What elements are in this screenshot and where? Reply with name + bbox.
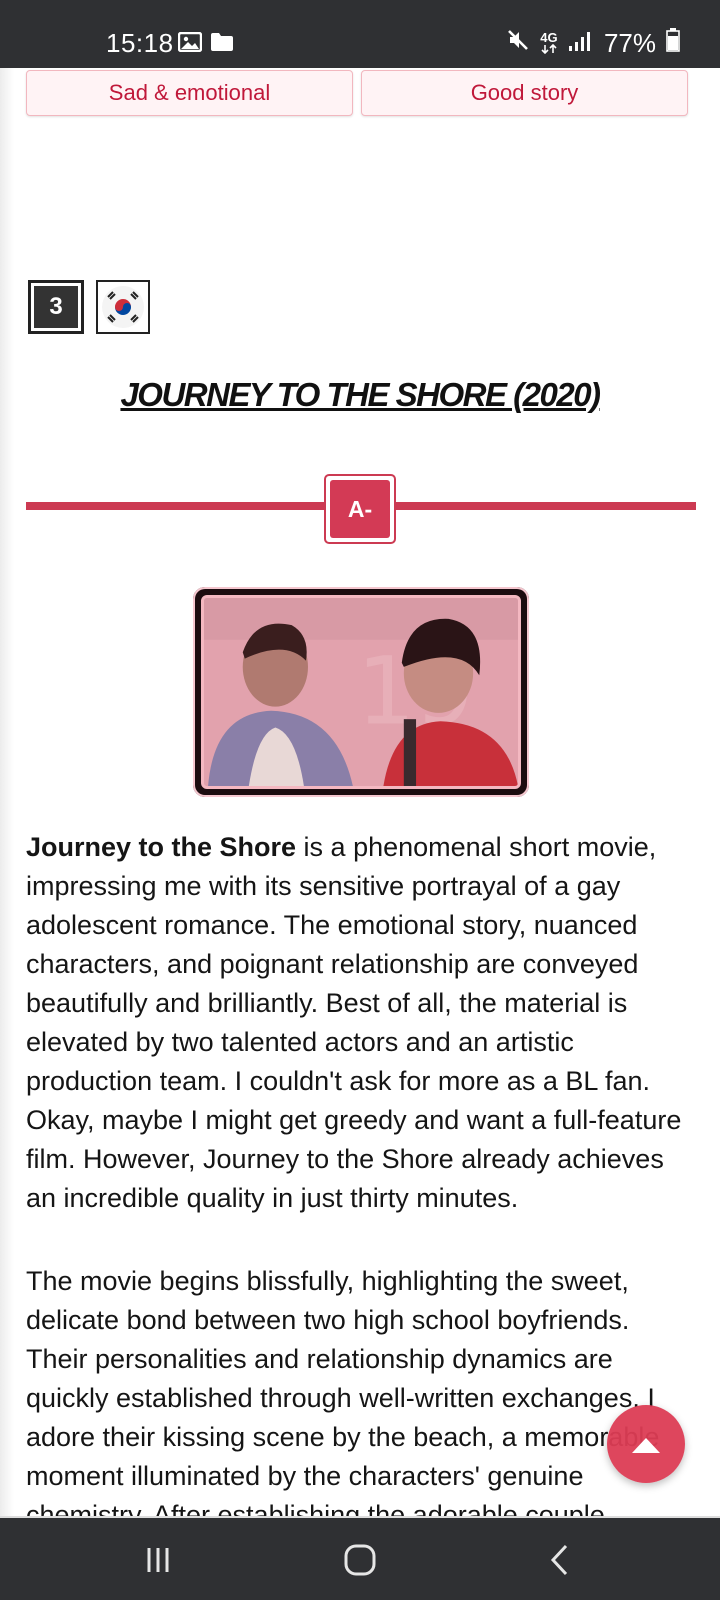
rank-badge: 3 bbox=[28, 280, 84, 334]
status-time: 15:18 bbox=[106, 28, 174, 58]
signal-icon bbox=[568, 28, 594, 59]
arrow-up-icon bbox=[632, 1438, 660, 1453]
grade-value: A- bbox=[330, 480, 390, 538]
south-korea-flag-icon bbox=[96, 280, 150, 334]
scroll-to-top-button[interactable] bbox=[607, 1405, 685, 1483]
movie-still-frame: 19 bbox=[193, 587, 529, 797]
data-4g-icon: 4G bbox=[540, 31, 558, 56]
battery-percent: 77% bbox=[603, 28, 656, 58]
image-icon bbox=[177, 31, 203, 57]
back-icon[interactable] bbox=[530, 1538, 590, 1582]
review-paragraph-1: Journey to the Shore is a phenomenal sho… bbox=[26, 832, 682, 1213]
review-paragraph-2: The movie begins blissfully, highlightin… bbox=[26, 1266, 660, 1516]
recent-apps-icon[interactable] bbox=[128, 1538, 188, 1582]
movie-title[interactable]: JOURNEY TO THE SHORE (2020) bbox=[0, 376, 720, 414]
tag-good-story[interactable]: Good story bbox=[361, 70, 688, 116]
system-nav-bar bbox=[0, 1516, 720, 1600]
folder-icon bbox=[210, 32, 234, 57]
tag-row: Sad & emotional Good story bbox=[26, 70, 688, 116]
review-title-bold: Journey to the Shore bbox=[26, 832, 297, 862]
battery-icon bbox=[666, 28, 680, 59]
review-text: Journey to the Shore is a phenomenal sho… bbox=[26, 828, 696, 1516]
movie-still-image: 19 bbox=[201, 595, 521, 789]
mute-icon bbox=[506, 28, 530, 59]
rank-number: 3 bbox=[34, 286, 78, 328]
grade-badge: A- bbox=[324, 474, 396, 544]
article-page: Sad & emotional Good story 3 JOURNEY TO … bbox=[0, 68, 720, 1516]
tag-sad-emotional[interactable]: Sad & emotional bbox=[26, 70, 353, 116]
status-bar: 15:18 4G 77% bbox=[0, 0, 720, 68]
home-icon[interactable] bbox=[330, 1538, 390, 1582]
